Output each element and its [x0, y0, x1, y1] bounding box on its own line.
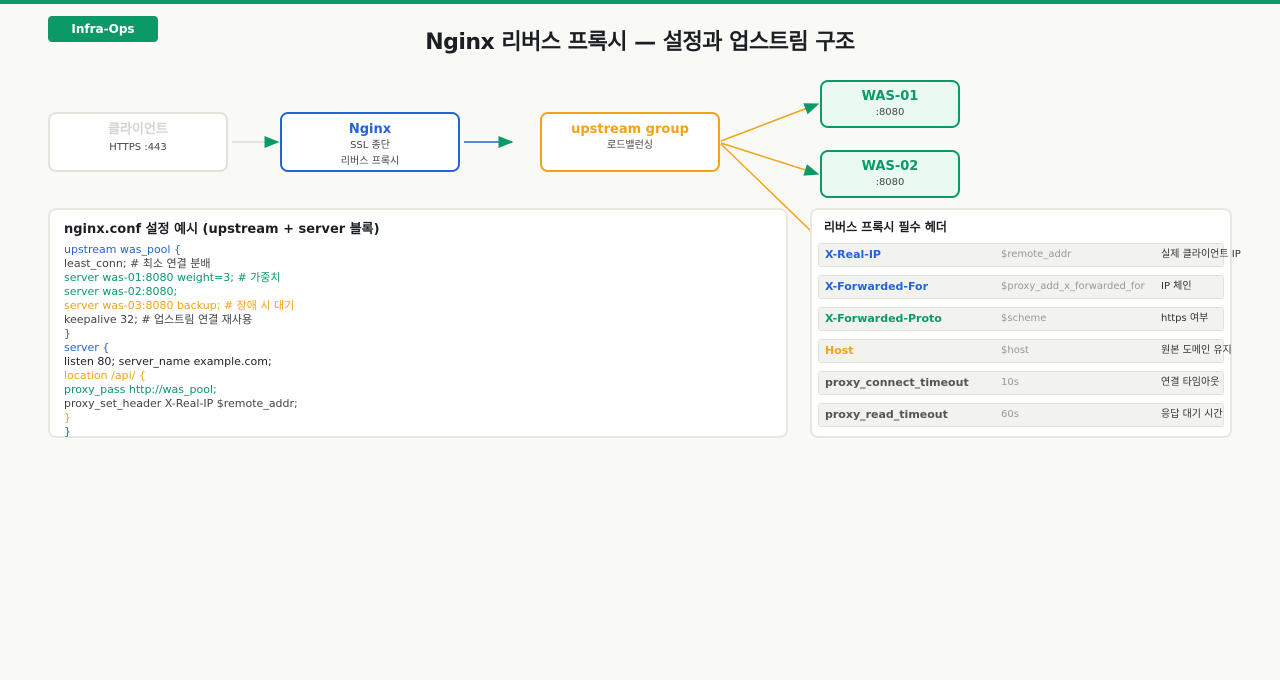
code-line: least_conn; # 최소 연결 분배	[64, 257, 211, 270]
header-desc: 연결 타임아웃	[1161, 377, 1220, 388]
header-row: Host $host 원본 도메인 유지	[818, 339, 1232, 363]
headers-panel: 리버스 프록시 필수 헤더 X-Real-IP $remote_addr 실제 …	[810, 208, 1241, 438]
node-nginx-title: Nginx	[348, 122, 392, 137]
node-was-01-title: WAS-01	[861, 89, 919, 104]
headers-panel-title: 리버스 프록시 필수 헤더	[824, 220, 947, 234]
node-was-02-title: WAS-02	[861, 159, 919, 174]
header-value: $host	[1001, 345, 1029, 356]
node-nginx-sub2: 리버스 프록시	[340, 156, 400, 167]
header-value: $scheme	[1001, 313, 1047, 324]
code-line: proxy_pass http://was_pool;	[64, 383, 217, 396]
config-panel: nginx.conf 설정 예시 (upstream + server 블록) …	[48, 208, 788, 438]
code-line: }	[64, 425, 71, 438]
code-line: proxy_set_header X-Real-IP $remote_addr;	[64, 397, 298, 410]
arrow-upstream-to-was1	[720, 103, 820, 142]
header-desc: 응답 대기 시간	[1161, 409, 1223, 420]
code-line: keepalive 32; # 업스트림 연결 재사용	[64, 313, 253, 326]
node-was-02: WAS-02 :8080	[820, 150, 960, 198]
code-line: location /api/ {	[64, 369, 146, 382]
node-upstream-title: upstream group	[571, 122, 689, 137]
node-client-title: 클라이언트	[108, 122, 168, 137]
header-row: X-Forwarded-For $proxy_add_x_forwarded_f…	[818, 275, 1224, 299]
node-client: 클라이언트 HTTPS :443	[48, 112, 228, 172]
header-row: X-Real-IP $remote_addr 실제 클라이언트 IP	[818, 243, 1241, 267]
header-value: $proxy_add_x_forwarded_for	[1001, 281, 1145, 292]
header-name: X-Forwarded-For	[825, 280, 929, 293]
header-value: 10s	[1001, 377, 1019, 388]
header-desc: https 여부	[1161, 313, 1209, 324]
node-nginx-sub1: SSL 종단	[350, 140, 390, 151]
code-line: server was-03:8080 backup; # 장애 시 대기	[64, 299, 295, 312]
header-row: proxy_read_timeout 60s 응답 대기 시간	[818, 403, 1224, 427]
code-line: }	[64, 411, 71, 424]
header-desc: IP 체인	[1161, 281, 1192, 292]
header-name: Host	[825, 344, 854, 357]
code-line: }	[64, 327, 71, 340]
header-desc: 실제 클라이언트 IP	[1161, 249, 1241, 260]
header-row: proxy_connect_timeout 10s 연결 타임아웃	[818, 371, 1224, 395]
header-name: X-Forwarded-Proto	[825, 312, 942, 325]
node-upstream-sub: 로드밸런싱	[607, 140, 653, 151]
node-client-sub: HTTPS :443	[109, 142, 167, 153]
code-line: server {	[64, 341, 110, 354]
node-was-01-port: :8080	[875, 107, 905, 118]
header-desc: 원본 도메인 유지	[1161, 345, 1232, 356]
header-name: proxy_connect_timeout	[825, 376, 969, 389]
header-row: X-Forwarded-Proto $scheme https 여부	[818, 307, 1224, 331]
code-line: upstream was_pool {	[64, 243, 181, 256]
node-was-02-port: :8080	[875, 177, 905, 188]
header-name: X-Real-IP	[825, 248, 881, 261]
node-nginx: Nginx SSL 종단 리버스 프록시	[280, 112, 460, 172]
header-name: proxy_read_timeout	[825, 408, 948, 421]
node-upstream: upstream group 로드밸런싱	[540, 112, 720, 172]
header-value: $remote_addr	[1001, 249, 1072, 260]
code-line: listen 80; server_name example.com;	[64, 355, 272, 368]
code-line: server was-02:8080;	[64, 285, 178, 298]
config-panel-title: nginx.conf 설정 예시 (upstream + server 블록)	[64, 222, 380, 237]
header-value: 60s	[1001, 409, 1019, 420]
code-line: server was-01:8080 weight=3; # 가중치	[64, 271, 281, 284]
node-was-01: WAS-01 :8080	[820, 80, 960, 128]
